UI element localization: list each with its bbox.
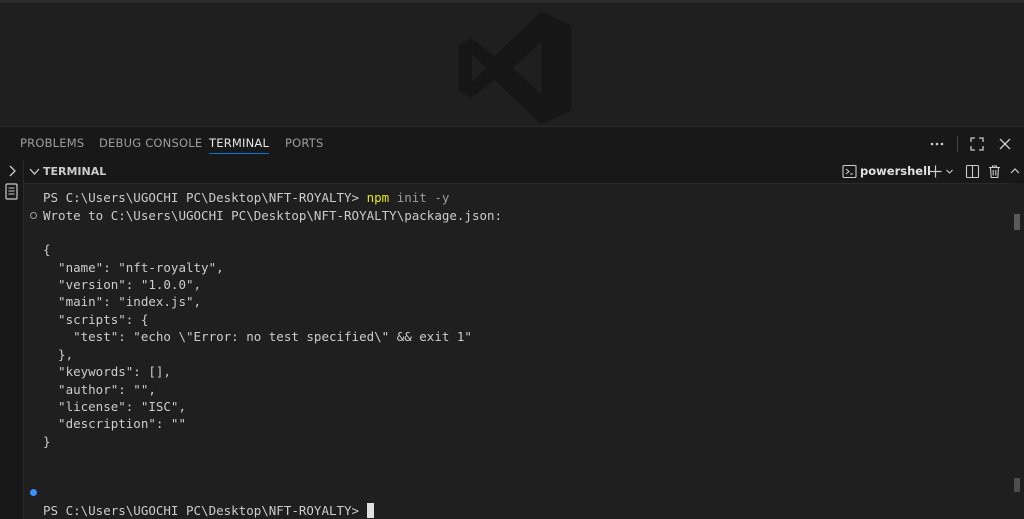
chevron-down-icon[interactable] <box>28 165 41 178</box>
terminal-line: { <box>43 242 51 257</box>
terminal-line: "description": "" <box>43 416 186 431</box>
chevron-right-icon[interactable] <box>5 164 19 178</box>
plus-icon[interactable] <box>928 164 943 179</box>
chevron-down-icon[interactable] <box>945 167 954 176</box>
terminal-line: "scripts": { <box>43 312 149 327</box>
terminal-line: "license": "ISC", <box>43 399 186 414</box>
panel-tab-bar: PROBLEMS DEBUG CONSOLE TERMINAL PORTS <box>0 126 1024 160</box>
prompt-text: PS C:\Users\UGOCHI PC\Desktop\NFT-ROYALT… <box>43 190 367 205</box>
tab-ports[interactable]: PORTS <box>285 127 323 160</box>
scrollbar-marker <box>1014 478 1020 492</box>
vscode-logo-icon <box>458 11 572 125</box>
terminal-line: PS C:\Users\UGOCHI PC\Desktop\NFT-ROYALT… <box>43 189 449 206</box>
maximize-icon[interactable] <box>968 135 986 153</box>
tab-divider <box>957 136 958 152</box>
command-args: init -y <box>389 190 450 205</box>
tab-terminal[interactable]: TERMINAL <box>209 127 270 160</box>
terminal-header-title: TERMINAL <box>43 165 107 178</box>
editor-area <box>0 0 1024 126</box>
terminal-line: Wrote to C:\Users\UGOCHI PC\Desktop\NFT-… <box>43 208 503 223</box>
terminal-line: "version": "1.0.0", <box>43 277 202 292</box>
shell-name-label[interactable]: powershell <box>860 160 931 183</box>
terminal-line: "test": "echo \"Error: no test specified… <box>43 329 472 344</box>
terminal-cursor <box>366 503 374 518</box>
terminal-line: "author": "", <box>43 382 156 397</box>
terminal-line: }, <box>43 347 74 362</box>
more-icon[interactable] <box>928 135 946 153</box>
terminal-output[interactable]: PS C:\Users\UGOCHI PC\Desktop\NFT-ROYALT… <box>24 183 1010 519</box>
sidebar-file-icon[interactable] <box>4 183 19 200</box>
tab-problems[interactable]: PROBLEMS <box>20 127 84 160</box>
close-icon[interactable] <box>996 135 1014 153</box>
chevron-up-icon[interactable] <box>1009 165 1021 177</box>
scrollbar-thumb[interactable] <box>1014 214 1020 230</box>
terminal-icon <box>842 164 857 179</box>
prompt-text: PS C:\Users\UGOCHI PC\Desktop\NFT-ROYALT… <box>43 503 367 518</box>
trash-icon[interactable] <box>987 164 1002 179</box>
terminal-view-header: TERMINAL powershell <box>24 160 1024 183</box>
command-text: npm <box>366 190 390 205</box>
terminal-line: } <box>43 434 51 449</box>
terminal-line: "keywords": [], <box>43 364 171 379</box>
terminal-line: "main": "index.js", <box>43 294 202 309</box>
terminal-line: PS C:\Users\UGOCHI PC\Desktop\NFT-ROYALT… <box>43 502 374 519</box>
command-decoration[interactable] <box>30 489 37 496</box>
terminal-scrollbar[interactable] <box>1010 183 1024 519</box>
tab-debug-console[interactable]: DEBUG CONSOLE <box>99 127 202 160</box>
panel-side-strip <box>0 160 24 519</box>
terminal-line: "name": "nft-royalty", <box>43 260 224 275</box>
split-icon[interactable] <box>965 164 980 179</box>
command-decoration[interactable] <box>30 212 37 219</box>
